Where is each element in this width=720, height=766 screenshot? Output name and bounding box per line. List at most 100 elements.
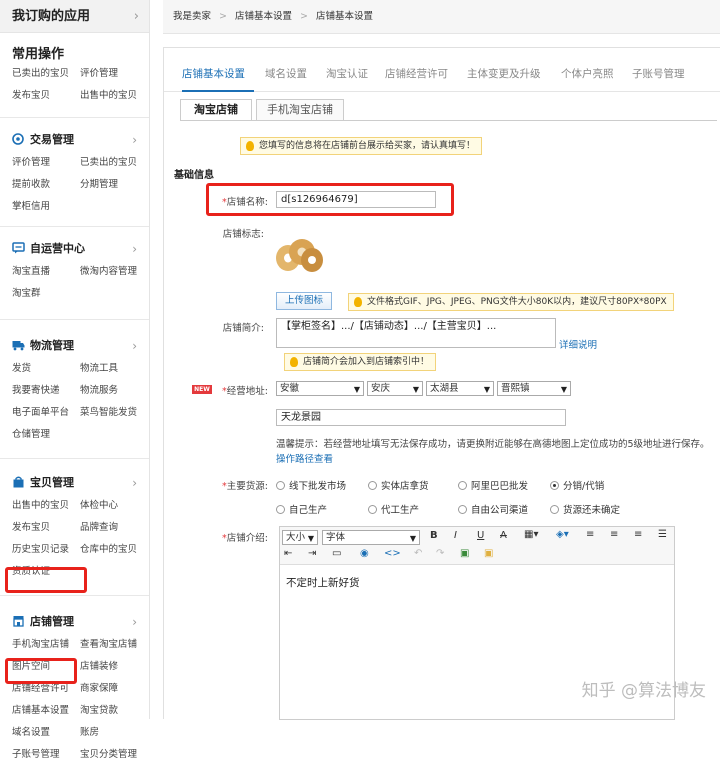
section-title-text: 店铺管理: [30, 615, 74, 628]
source-radio[interactable]: 实体店拿货: [368, 478, 429, 492]
insert-rule-icon[interactable]: ▭: [332, 548, 341, 559]
sidebar-link[interactable]: 评价管理: [12, 152, 80, 174]
sidebar-link[interactable]: 已卖出的宝贝: [80, 152, 148, 174]
province-select[interactable]: 安徽 ▼: [276, 381, 364, 396]
tab-sub-account[interactable]: 子账号管理: [632, 66, 685, 81]
dropdown-arrow-icon: ▼: [483, 385, 490, 394]
table-icon[interactable]: ▦▾: [524, 529, 538, 540]
indent-icon[interactable]: ⇥: [308, 548, 316, 559]
sidebar-link[interactable]: 商家保障: [80, 678, 148, 700]
chevron-right-icon[interactable]: ›: [134, 0, 139, 33]
town-select[interactable]: 晋熙镇 ▼: [497, 381, 571, 396]
undo-icon[interactable]: ↶: [414, 548, 422, 559]
list-icon[interactable]: ☰: [658, 529, 667, 540]
sidebar-link[interactable]: 查看淘宝店铺: [80, 634, 148, 656]
sidebar-link[interactable]: 历史宝贝记录: [12, 539, 80, 561]
tab-entity-change[interactable]: 主体变更及升级: [467, 66, 541, 81]
sidebar-link[interactable]: 已卖出的宝贝: [12, 63, 80, 85]
align-center-icon[interactable]: ≡: [610, 529, 618, 540]
section-title[interactable]: 自运营中心 ›: [0, 237, 149, 261]
sidebar-link[interactable]: 手机淘宝店铺: [12, 634, 80, 656]
sidebar-link[interactable]: 发布宝贝: [12, 517, 80, 539]
chevron-right-icon[interactable]: ›: [132, 334, 137, 358]
sidebar-link[interactable]: 宝贝分类管理: [80, 744, 148, 766]
underline-icon[interactable]: U: [477, 530, 484, 541]
sidebar-link[interactable]: 账房: [80, 722, 148, 744]
breadcrumb-separator: >: [300, 11, 308, 22]
sidebar-link[interactable]: 淘宝群: [12, 283, 80, 305]
sidebar-link[interactable]: 评价管理: [80, 63, 148, 85]
sidebar-link[interactable]: 物流工具: [80, 358, 148, 380]
source-radio[interactable]: 阿里巴巴批发: [458, 478, 528, 492]
chevron-right-icon[interactable]: ›: [132, 610, 137, 634]
italic-icon[interactable]: I: [454, 530, 457, 541]
breadcrumb-item[interactable]: 我是卖家: [173, 11, 211, 22]
sidebar-link[interactable]: 仓库中的宝贝: [80, 539, 148, 561]
source-radio[interactable]: 代工生产: [368, 502, 419, 516]
strikethrough-icon[interactable]: A: [500, 530, 507, 541]
tab-business-license[interactable]: 店铺经营许可: [385, 66, 448, 81]
align-right-icon[interactable]: ≡: [634, 529, 642, 540]
align-left-icon[interactable]: ≡: [586, 529, 594, 540]
source-radio[interactable]: 货源还未确定: [550, 502, 620, 516]
sidebar-link[interactable]: 微淘内容管理: [80, 261, 148, 283]
upload-logo-button[interactable]: 上传图标: [276, 292, 333, 310]
outdent-icon[interactable]: ⇤: [284, 548, 292, 559]
sidebar-link[interactable]: 品牌查询: [80, 517, 148, 539]
intro-textarea[interactable]: 【掌柜签名】.../【店铺动态】.../【主营宝贝】...: [276, 318, 556, 348]
section-title[interactable]: 交易管理 ›: [0, 128, 149, 152]
breadcrumb-item[interactable]: 店铺基本设置: [235, 11, 292, 22]
sidebar-link[interactable]: 域名设置: [12, 722, 80, 744]
main-content: 我是卖家 > 店铺基本设置 > 店铺基本设置 店铺基本设置 域名设置 淘宝认证 店铺经营…: [163, 0, 720, 720]
bold-icon[interactable]: B: [430, 530, 438, 541]
tab-mobile-taobao-store[interactable]: 手机淘宝店铺: [256, 99, 344, 121]
image-icon[interactable]: ▣: [460, 548, 469, 559]
redo-icon[interactable]: ↷: [436, 548, 444, 559]
sidebar-link[interactable]: 淘宝直播: [12, 261, 80, 283]
source-radio-selected[interactable]: 分销/代销: [550, 478, 604, 492]
section-title[interactable]: 物流管理 ›: [0, 334, 149, 358]
sidebar-link[interactable]: 发货: [12, 358, 80, 380]
section-title[interactable]: 宝贝管理 ›: [0, 471, 149, 495]
link-icon[interactable]: ◉: [360, 548, 369, 559]
section-title[interactable]: 店铺管理 ›: [0, 610, 149, 634]
tab-individual-license[interactable]: 个体户亮照: [561, 66, 614, 81]
tab-taobao-certification[interactable]: 淘宝认证: [326, 66, 368, 81]
tab-domain-settings[interactable]: 域名设置: [265, 66, 307, 81]
sidebar-link[interactable]: 店铺装修: [80, 656, 148, 678]
editor-body[interactable]: 不定时上新好货: [280, 565, 674, 600]
radio-label: 自己生产: [289, 505, 328, 516]
sidebar-link[interactable]: 物流服务: [80, 380, 148, 402]
tab-store-basic-settings[interactable]: 店铺基本设置: [182, 66, 245, 81]
intro-detail-link[interactable]: 详细说明: [559, 337, 597, 351]
sidebar-link[interactable]: 掌柜信用: [12, 196, 80, 218]
sidebar-link[interactable]: 体检中心: [80, 495, 148, 517]
chevron-right-icon[interactable]: ›: [132, 471, 137, 495]
sidebar-title[interactable]: 我订购的应用 ›: [0, 0, 149, 33]
sidebar-link[interactable]: 出售中的宝贝: [80, 85, 148, 107]
sidebar-link[interactable]: 仓储管理: [12, 424, 80, 446]
source-radio[interactable]: 自由公司渠道: [458, 502, 528, 516]
sidebar-link[interactable]: 出售中的宝贝: [12, 495, 80, 517]
sidebar-link[interactable]: 我要寄快递: [12, 380, 80, 402]
source-radio[interactable]: 线下批发市场: [276, 478, 346, 492]
tab-taobao-store[interactable]: 淘宝店铺: [180, 99, 252, 121]
city-select[interactable]: 安庆 ▼: [367, 381, 423, 396]
address-detail-input[interactable]: 天龙景园: [276, 409, 566, 426]
media-icon[interactable]: ▣: [484, 548, 493, 559]
county-select[interactable]: 太湖县 ▼: [426, 381, 494, 396]
sidebar-link[interactable]: 菜鸟智能发货: [80, 402, 148, 424]
address-hint-link[interactable]: 操作路径查看: [276, 454, 333, 465]
sidebar-link[interactable]: 发布宝贝: [12, 85, 80, 107]
chevron-right-icon[interactable]: ›: [132, 237, 137, 261]
source-code-icon[interactable]: <>: [384, 548, 401, 559]
font-size-select[interactable]: 大小 ▼: [282, 530, 318, 545]
sidebar-link[interactable]: 分期管理: [80, 174, 148, 196]
source-radio[interactable]: 自己生产: [276, 502, 327, 516]
chevron-right-icon[interactable]: ›: [132, 128, 137, 152]
sidebar-link[interactable]: 电子面单平台: [12, 402, 80, 424]
fill-color-icon[interactable]: ◈▾: [556, 529, 569, 540]
font-family-select[interactable]: 字体 ▼: [322, 530, 420, 545]
sidebar-link[interactable]: 提前收款: [12, 174, 80, 196]
sidebar-link[interactable]: 子账号管理: [12, 744, 80, 766]
